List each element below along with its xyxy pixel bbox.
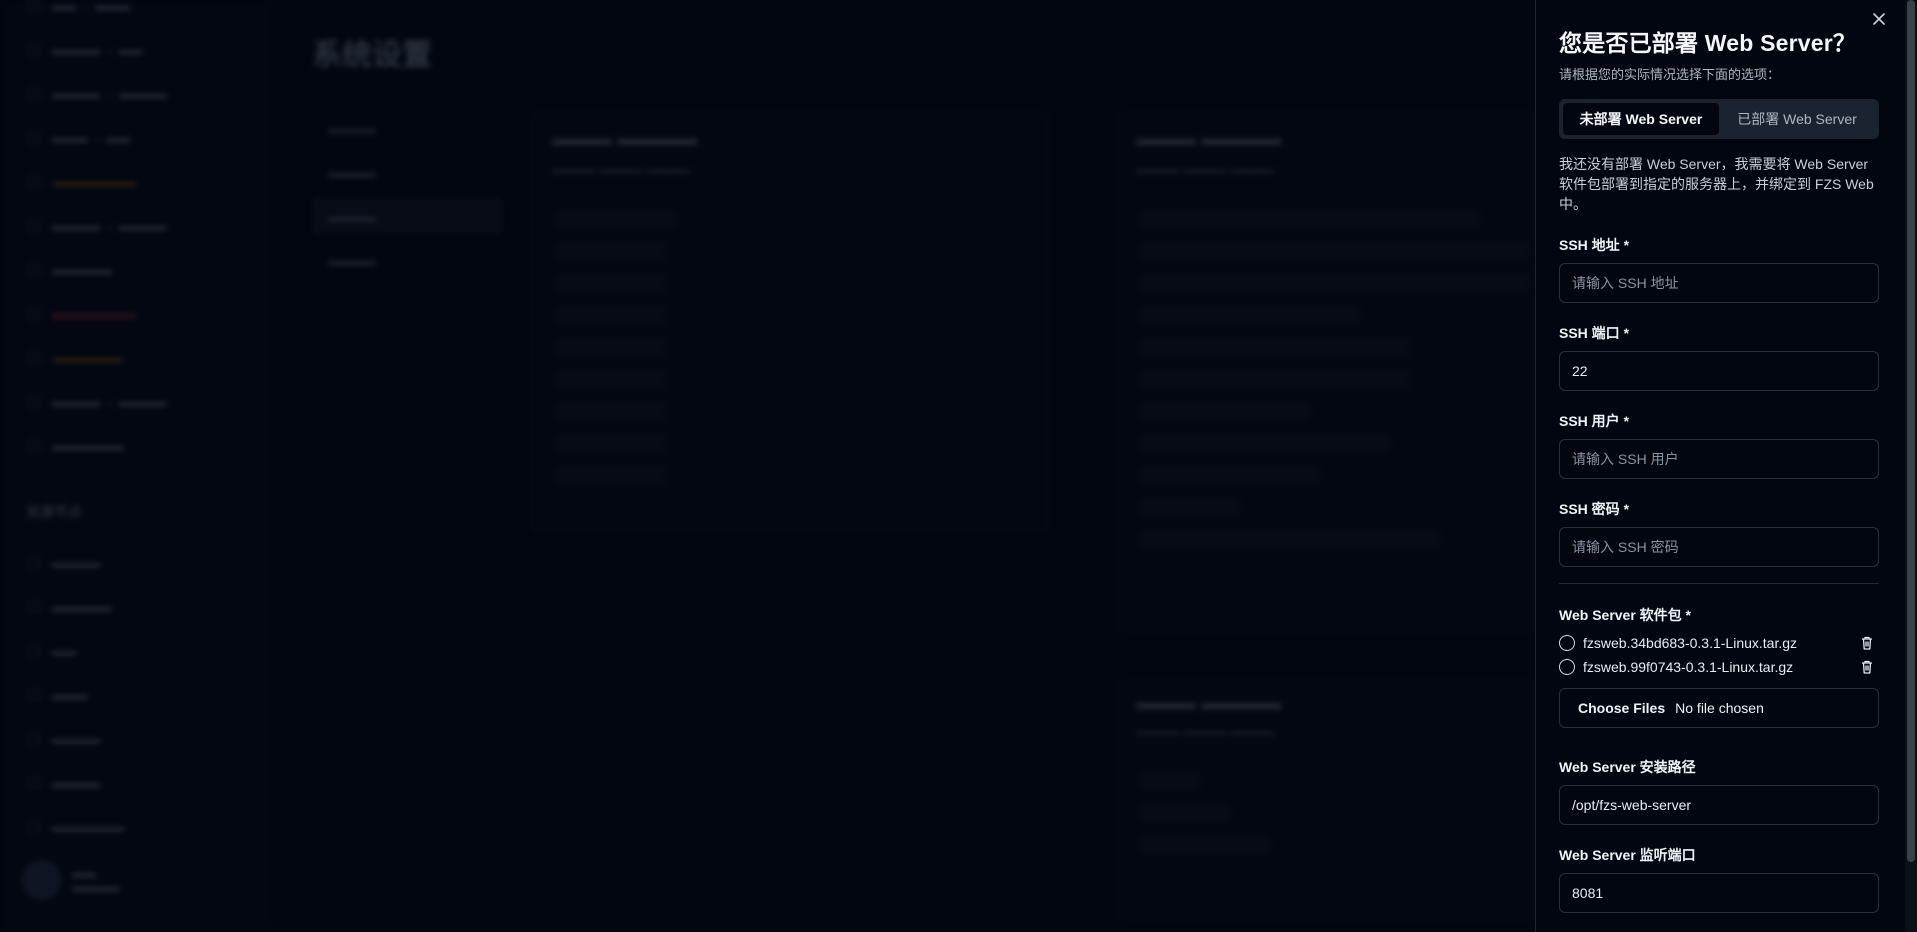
bg-side-item: ▬▬▬▬▬ — [28, 597, 112, 617]
bg-side-item: ▬▬▬▬ — [28, 773, 100, 793]
bg-row — [556, 466, 666, 484]
install-path-input[interactable]: /opt/fzs-web-server — [1559, 785, 1879, 825]
trash-icon[interactable] — [1859, 635, 1875, 651]
bg-row — [1140, 466, 1320, 484]
bg-card-sub: ▬▬▬▬ ▬▬▬▬ ▬▬▬▬ — [1136, 726, 1275, 738]
ssh-port-input[interactable]: 22 — [1559, 351, 1879, 391]
package-radio[interactable] — [1559, 659, 1575, 675]
bg-card — [1116, 112, 1536, 632]
bg-avatar — [22, 860, 62, 900]
bg-row — [1140, 804, 1230, 822]
bg-row — [556, 434, 666, 452]
drawer-subtitle: 请根据您的实际情况选择下面的选项： — [1559, 67, 1781, 82]
bg-card-sub: ▬▬▬▬ ▬▬▬▬ ▬▬▬▬ — [1136, 164, 1275, 176]
bg-row — [1140, 274, 1530, 292]
bg-row — [556, 210, 676, 228]
bg-row — [556, 306, 666, 324]
bg-row — [1140, 434, 1390, 452]
bg-card-title: ▬▬▬ ▬▬▬▬ — [552, 128, 698, 150]
package-radio[interactable] — [1559, 635, 1575, 651]
bg-side-item: ▬▬▬▬ — [28, 729, 100, 749]
ssh-host-label: SSH 地址 * — [1559, 237, 1630, 253]
drawer-title: 您是否已部署 Web Server？ — [1559, 30, 1857, 56]
bg-row — [556, 370, 666, 388]
bg-user: ▬▬ ▬▬▬▬ — [72, 866, 120, 894]
bg-side-item: ▬▬▬▬▬▬ — [28, 348, 124, 368]
bg-row — [1140, 306, 1360, 324]
trash-icon[interactable] — [1859, 659, 1875, 675]
package-name: fzsweb.34bd683-0.3.1-Linux.tar.gz — [1583, 635, 1798, 651]
bg-nav-item: ▬▬▬▬ — [328, 166, 376, 180]
tab-not-deployed[interactable]: 未部署 Web Server — [1563, 103, 1719, 135]
bg-row — [1140, 402, 1310, 420]
tab-deployed[interactable]: 已部署 Web Server — [1719, 103, 1875, 135]
bg-row — [556, 242, 666, 260]
bg-row — [1140, 836, 1270, 854]
ssh-user-label: SSH 用户 * — [1559, 413, 1630, 429]
bg-nav-item: ▬▬▬▬ — [328, 122, 376, 136]
bg-card-title: ▬▬▬ ▬▬▬▬ — [1136, 128, 1282, 150]
bg-nav-item: ▬▬▬▬ — [312, 198, 502, 234]
bg-side-item: ▬▬▬▬ — [28, 553, 100, 573]
ssh-password-input[interactable]: 请输入 SSH 密码 — [1559, 527, 1879, 567]
bg-row — [556, 274, 666, 292]
ssh-user-input[interactable]: 请输入 SSH 用户 — [1559, 439, 1879, 479]
package-label: Web Server 软件包 * — [1559, 607, 1692, 623]
bg-side-item: ▬▬ → ▬▬▬ — [28, 0, 131, 16]
mode-description: 我还没有部署 Web Server，我需要将 Web Server 软件包部署到… — [1559, 156, 1874, 212]
bg-side-item: ▬▬▬▬ → ▬▬▬▬ — [28, 392, 167, 412]
bg-row — [1140, 530, 1440, 548]
bg-nav-item: ▬▬▬▬ — [328, 254, 376, 268]
bg-row — [1140, 338, 1410, 356]
deploy-mode-toggle: 未部署 Web Server 已部署 Web Server — [1559, 99, 1879, 139]
bg-row — [556, 402, 666, 420]
bg-row — [556, 338, 666, 356]
choose-files-button[interactable]: Choose Files — [1578, 700, 1665, 716]
bg-row — [1140, 498, 1240, 516]
bg-card — [530, 112, 1050, 532]
bg-side-item: ▬▬▬ — [28, 685, 88, 705]
bg-card-title: ▬▬▬ ▬▬▬▬ — [1136, 692, 1282, 714]
bg-side-item: ▬▬▬ → ▬▬ — [28, 128, 131, 148]
close-icon — [1873, 13, 1885, 25]
listen-port-input[interactable]: 8081 — [1559, 873, 1879, 913]
bg-card — [1116, 680, 1536, 920]
bg-sidebar: ▬▬ → ▬▬▬ ▬▬▬▬ → ▬▬ ▬▬▬▬ → ▬▬▬▬ ▬▬▬ → ▬▬ … — [0, 0, 270, 932]
package-option[interactable]: fzsweb.34bd683-0.3.1-Linux.tar.gz — [1559, 633, 1879, 653]
bg-side-item: ▬▬▬▬▬▬ — [28, 817, 124, 837]
bg-row — [1140, 772, 1200, 790]
file-upload[interactable]: Choose Files No file chosen — [1559, 688, 1879, 728]
listen-port-label: Web Server 监听端口 — [1559, 847, 1696, 863]
package-option[interactable]: fzsweb.99f0743-0.3.1-Linux.tar.gz — [1559, 657, 1879, 677]
bg-card-sub: ▬▬▬▬ ▬▬▬▬ ▬▬▬▬ — [552, 164, 691, 176]
bg-row — [1140, 242, 1530, 260]
bg-side-item: ▬▬▬▬▬ — [28, 260, 112, 280]
bg-side-item: ▬▬▬▬ → ▬▬▬▬ — [28, 84, 167, 104]
bg-row — [1140, 210, 1480, 228]
bg-page-title: 系统设置 — [312, 39, 432, 72]
package-name: fzsweb.99f0743-0.3.1-Linux.tar.gz — [1583, 659, 1794, 675]
divider — [1559, 583, 1879, 584]
file-status: No file chosen — [1675, 700, 1764, 716]
bg-side-item: ▬▬▬▬▬▬▬ — [28, 172, 136, 192]
bg-row — [1140, 370, 1410, 388]
bg-sidebar-section: 资源节点 — [26, 504, 82, 520]
scrollbar-thumb[interactable] — [1907, 0, 1915, 862]
bg-side-item: ▬▬▬▬ → ▬▬▬▬ — [28, 216, 167, 236]
bg-side-item: ▬▬▬▬ → ▬▬ — [28, 40, 143, 60]
bg-side-item: ▬▬▬▬▬▬▬ — [28, 304, 136, 324]
close-button[interactable] — [1870, 12, 1888, 30]
ssh-port-label: SSH 端口 * — [1559, 325, 1630, 341]
bg-side-item: ▬▬▬▬▬▬ — [28, 436, 124, 456]
bg-side-item: ▬▬ — [28, 641, 76, 661]
install-path-label: Web Server 安装路径 — [1559, 759, 1696, 775]
ssh-password-label: SSH 密码 * — [1559, 501, 1630, 517]
ssh-host-input[interactable]: 请输入 SSH 地址 — [1559, 263, 1879, 303]
